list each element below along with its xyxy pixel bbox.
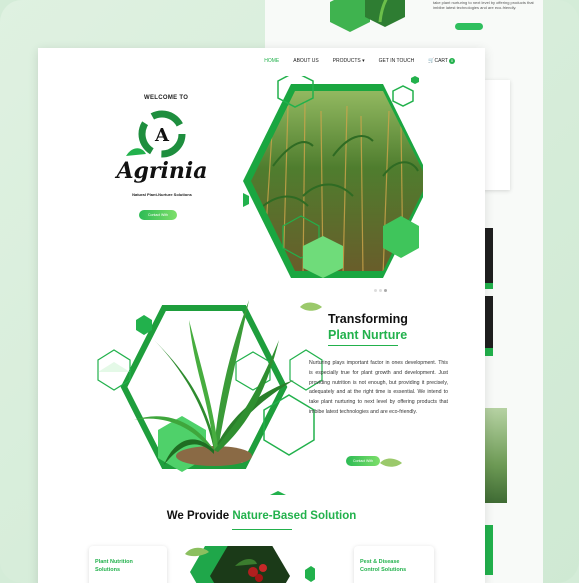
solutions-heading: We Provide Nature-Based Solution — [38, 510, 485, 522]
solution-card[interactable]: Pest & Disease Control Solutions — [354, 546, 434, 583]
nav-products-label: PRODUCTS — [332, 58, 361, 64]
background-paragraph: take plant nurturing to next level by of… — [433, 0, 534, 10]
carousel-dot[interactable] — [374, 289, 377, 292]
svg-text:A: A — [154, 125, 170, 146]
carousel-dot[interactable] — [379, 289, 382, 292]
top-navigation: HOME ABOUT US PRODUCTS ▾ GET IN TOUCH 🛒C… — [264, 58, 455, 64]
about-paragraph: Nurturing plays important factor in ones… — [309, 360, 448, 415]
brand-logo: A Agrinia Natural Plant-Nurture Solution… — [112, 110, 212, 202]
solution-card-title: Pest & Disease Control Solutions — [360, 559, 407, 573]
chevron-down-icon: ▾ — [362, 58, 365, 64]
solution-card-title: Plant Nutrition Solutions — [95, 559, 133, 573]
plant-illustration — [97, 300, 323, 495]
about-title-underline — [328, 345, 398, 346]
cart-count-badge: 0 — [449, 58, 455, 64]
nav-cart-label: CART — [434, 58, 448, 64]
solutions-underline — [232, 529, 292, 530]
hero-contact-button[interactable]: Contact With — [139, 210, 177, 220]
nav-cart[interactable]: 🛒CART 0 — [428, 58, 455, 64]
nav-products[interactable]: PRODUCTS ▾ — [333, 58, 365, 64]
leaf-decoration-icon — [300, 302, 322, 311]
device-frame: take plant nurturing to next level by of… — [0, 0, 579, 583]
background-photo — [483, 408, 507, 503]
solutions-heading-prefix: We Provide — [166, 510, 230, 522]
brand-name: Agrinia — [116, 158, 208, 184]
solutions-produce-image — [185, 546, 315, 583]
about-contact-button[interactable]: Contact With — [346, 456, 380, 466]
leaf-decoration-icon — [380, 458, 402, 467]
background-hex-decoration — [330, 0, 405, 32]
about-title-line1: Transforming — [328, 312, 408, 326]
hero-carousel-dots — [374, 289, 387, 292]
carousel-dot[interactable] — [384, 289, 387, 292]
welcome-heading: WELCOME TO — [144, 95, 189, 101]
main-page: HOME ABOUT US PRODUCTS ▾ GET IN TOUCH 🛒C… — [38, 48, 485, 583]
brand-tagline: Natural Plant-Nurture Solutions — [132, 192, 192, 197]
nav-contact[interactable]: GET IN TOUCH — [379, 58, 415, 64]
nav-home[interactable]: HOME — [264, 58, 279, 64]
nav-about[interactable]: ABOUT US — [293, 58, 318, 64]
logo-emblem-icon: A — [126, 110, 186, 158]
about-title-line2: Plant Nurture — [328, 328, 408, 342]
background-button — [455, 23, 483, 30]
hero-cornfield-image — [243, 76, 423, 278]
solutions-heading-highlight: Nature-Based Solution — [232, 510, 357, 522]
solution-card[interactable]: Plant Nutrition Solutions — [89, 546, 167, 583]
